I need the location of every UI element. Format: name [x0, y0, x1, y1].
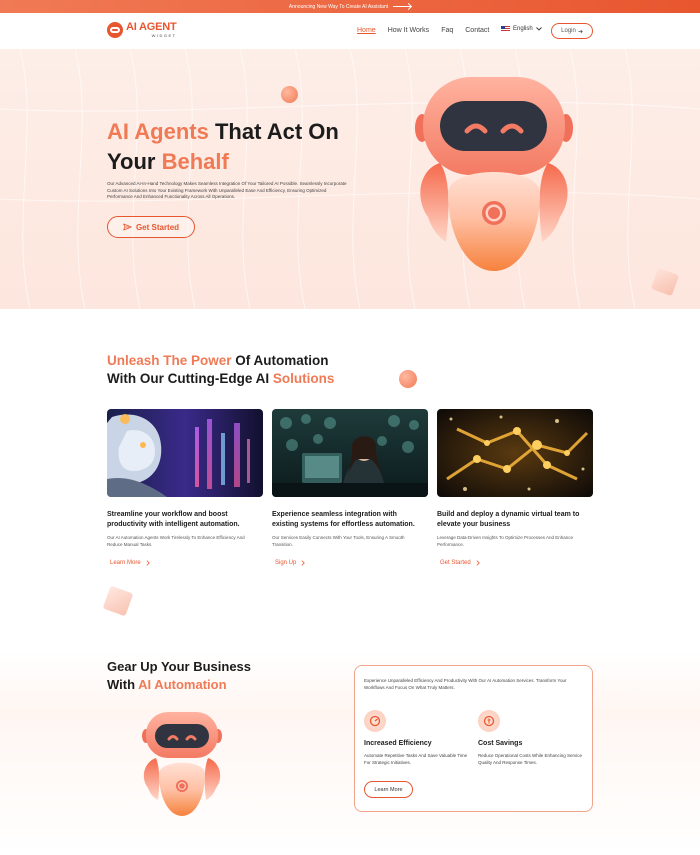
arrow-right-icon — [393, 6, 412, 7]
robot-logo-icon — [107, 22, 123, 38]
card-link-label: Learn More — [110, 560, 141, 566]
nav-faq[interactable]: Faq — [441, 27, 453, 34]
learn-more-link[interactable]: Learn More — [110, 560, 263, 566]
login-label: Login — [561, 28, 576, 34]
sign-up-link[interactable]: Sign Up — [275, 560, 428, 566]
login-button[interactable]: Login — [551, 23, 593, 39]
announcement-bar[interactable]: Announcing New Way To Create AI Assistan… — [0, 0, 700, 13]
get-started-button[interactable]: Get Started — [107, 216, 195, 238]
benefits-card: Experience Unparalleled Efficiency And P… — [354, 665, 593, 812]
get-started-link[interactable]: Get Started — [440, 560, 593, 566]
nav-how-it-works[interactable]: How It Works — [388, 27, 430, 34]
robot-mascot-small-illustration — [142, 712, 222, 816]
nav-menu: Home How It Works Faq Contact — [357, 27, 489, 34]
automation-section-title: Unleash The Power Of Automation With Our… — [107, 352, 367, 388]
feature-description: Automate Repetitive Tasks And Save Valua… — [364, 753, 468, 765]
efficiency-icon — [364, 710, 386, 732]
cost-savings-icon — [478, 710, 500, 732]
chevron-down-icon — [535, 27, 542, 31]
chevron-right-icon — [301, 560, 306, 566]
hero-section: AI Agents That Act On Your Behalf Our Ad… — [0, 49, 700, 309]
coin-icon — [483, 715, 495, 727]
automation-title-text: Of Automation — [231, 353, 329, 368]
arrow-right-icon — [578, 29, 583, 33]
card-image-integration — [272, 409, 428, 497]
navbar: AI AGENT WIDGET Home How It Works Faq Co… — [0, 13, 700, 49]
automation-title-accent: Unleash The Power — [107, 353, 232, 368]
solution-card: Experience seamless integration with exi… — [272, 409, 428, 566]
language-selector[interactable]: English — [501, 26, 542, 32]
automation-title-text-2: With Our Cutting-Edge AI — [107, 371, 273, 386]
get-started-label: Get Started — [135, 222, 180, 232]
robot-mascot-illustration — [415, 77, 573, 271]
brand-subtitle: WIDGET — [151, 33, 177, 38]
woman-at-computer-image — [272, 409, 428, 497]
feature-title: Increased Efficiency — [364, 740, 432, 747]
announcement-text[interactable]: Announcing New Way To Create AI Assistan… — [289, 4, 388, 10]
hero-description: Our Advanced AI-In-Hand Technology Makes… — [107, 181, 347, 199]
solution-card: Streamline your workflow and boost produ… — [107, 409, 263, 566]
humanoid-robot-image — [107, 409, 263, 497]
us-flag-icon — [501, 26, 510, 32]
gear-up-title: Gear Up Your Business With AI Automation — [107, 658, 307, 694]
decorative-cube — [102, 585, 134, 617]
card-title: Experience seamless integration with exi… — [272, 511, 415, 528]
benefits-intro: Experience Unparalleled Efficiency And P… — [364, 678, 567, 690]
card-title: Streamline your workflow and boost produ… — [107, 511, 240, 528]
solution-card: Build and deploy a dynamic virtual team … — [437, 409, 593, 566]
nav-contact[interactable]: Contact — [465, 27, 489, 34]
learn-more-button[interactable]: Learn More — [364, 781, 413, 798]
card-title: Build and deploy a dynamic virtual team … — [437, 511, 580, 528]
golden-chain-network-image — [437, 409, 593, 497]
gear-up-section-background — [0, 650, 700, 855]
card-image-network — [437, 409, 593, 497]
hero-title: AI Agents That Act On Your Behalf — [107, 117, 367, 177]
card-link-label: Sign Up — [275, 560, 297, 566]
card-description: Leverage Data-Driven Insights To Optimiz… — [437, 535, 573, 547]
send-icon — [123, 223, 132, 231]
hero-title-text-2: Your — [107, 149, 162, 174]
gear-title-text-2: With — [107, 677, 139, 692]
language-label: English — [513, 26, 533, 32]
brand-logo[interactable]: AI AGENT WIDGET — [107, 22, 177, 38]
hero-title-text: That Act On — [208, 119, 339, 144]
hero-title-accent-2: Behalf — [161, 149, 229, 174]
hero-wave-pattern — [0, 49, 700, 309]
card-image-robot — [107, 409, 263, 497]
feature-description: Reduce Operational Costs While Enhancing… — [478, 753, 583, 765]
card-description: Our AI Automation Agents Work Tirelessly… — [107, 535, 245, 547]
chevron-right-icon — [146, 560, 150, 566]
feature-increased-efficiency: Increased Efficiency Automate Repetitive… — [364, 710, 469, 766]
card-link-label: Get Started — [440, 560, 471, 566]
chevron-right-icon — [476, 560, 480, 566]
gear-title-accent: AI Automation — [138, 677, 227, 692]
gauge-icon — [369, 715, 381, 727]
brand-name: AI AGENT — [126, 21, 177, 33]
feature-title: Cost Savings — [478, 740, 523, 747]
decorative-orb — [399, 370, 417, 388]
nav-home[interactable]: Home — [357, 27, 376, 34]
gear-title-text: Gear Up Your Business — [107, 659, 252, 674]
automation-title-accent-2: Solutions — [272, 371, 335, 386]
card-description: Our Services Easily Connects With Your T… — [272, 535, 405, 547]
decorative-orb — [281, 86, 298, 103]
learn-more-label: Learn More — [374, 786, 403, 793]
hero-title-accent: AI Agents — [107, 119, 209, 144]
feature-cost-savings: Cost Savings Reduce Operational Costs Wh… — [478, 710, 583, 766]
